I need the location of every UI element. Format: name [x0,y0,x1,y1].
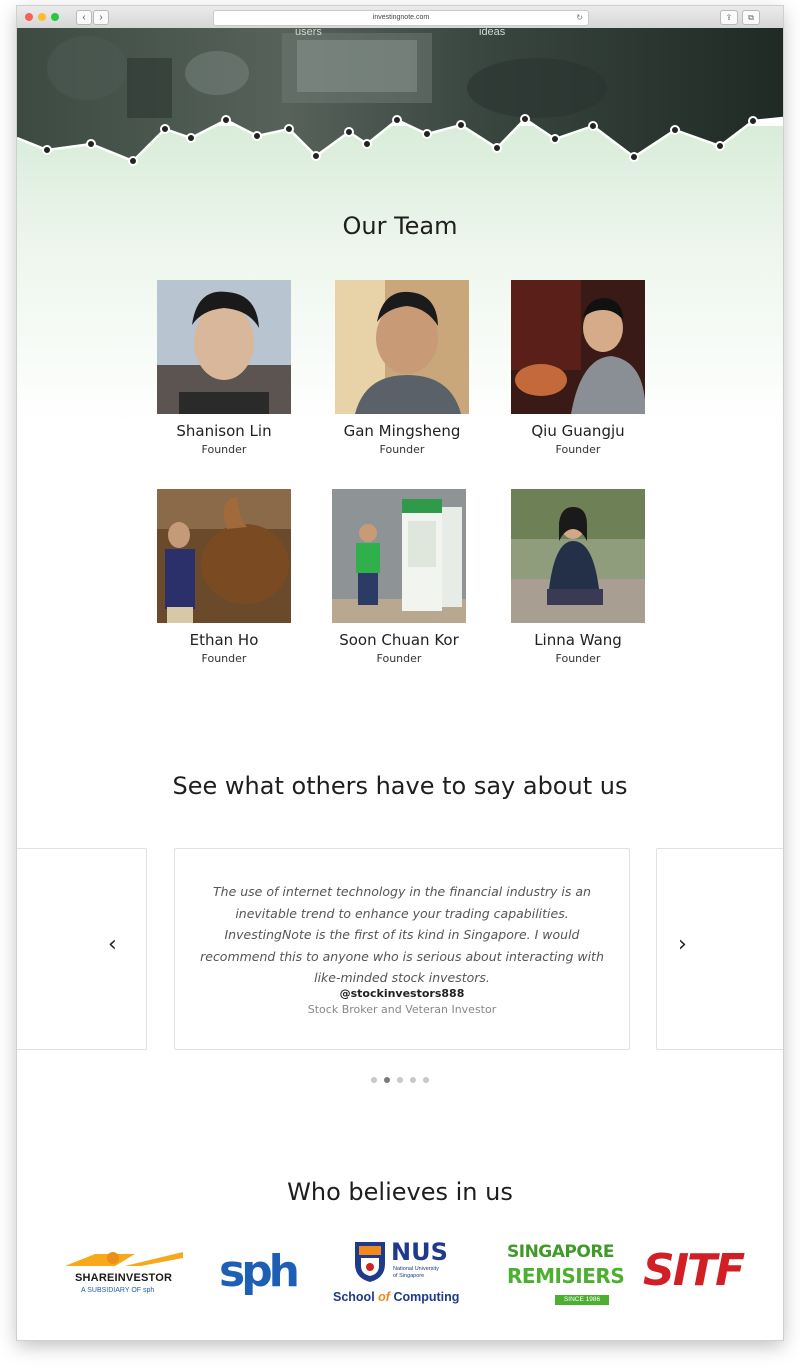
nus-wordmark: NUS [391,1238,448,1266]
sitf-wordmark: SITF [643,1245,745,1296]
carousel-prev-arrow-icon[interactable]: ‹ [108,932,117,957]
carousel-dot-1[interactable] [370,1077,377,1083]
member-photo [511,280,645,414]
carousel-dot-4[interactable] [409,1077,416,1083]
carousel-dot-3[interactable] [396,1077,403,1083]
address-bar[interactable]: investingnote.com ↻ [213,10,589,26]
nus-school-word-2: of [378,1290,390,1304]
hero-banner: users ideas [17,26,783,178]
testimonials-title: See what others have to say about us [172,772,628,800]
member-photo [335,280,469,414]
team-member-soon: Soon Chuan Kor Founder [329,489,469,665]
sitf-logo[interactable]: SITF [643,1246,753,1296]
member-photo [511,489,645,623]
member-role: Founder [555,652,601,665]
remisiers-since-badge: SINCE 1986 [555,1295,609,1305]
nus-school-word-1: School [333,1290,379,1304]
member-name: Soon Chuan Kor [339,631,459,649]
member-role: Founder [379,443,425,456]
remisiers-line-1: SINGAPORE [507,1242,615,1262]
team-title: Our Team [342,212,458,240]
member-role: Founder [201,443,247,456]
member-photo [157,489,291,623]
testimonial-author-role: Stock Broker and Veteran Investor [307,1003,497,1016]
nus-logo[interactable]: NUS National University of Singapore Sch… [333,1238,473,1310]
shareinvestor-tagline: A SUBSIDIARY OF sph [81,1287,155,1294]
member-role: Founder [555,443,601,456]
member-name: Gan Mingsheng [343,422,461,440]
nus-subtitle-2: of Singapore [393,1273,425,1279]
team-member-qiu: Qiu Guangju Founder [508,280,648,456]
member-photo [157,280,291,414]
browser-titlebar: ‹ › investingnote.com ↻ ⇪ ⧉ [17,6,783,29]
forward-button[interactable]: › [93,10,109,25]
team-member-shanison: Shanison Lin Founder [154,280,294,456]
testimonial-card-prev[interactable] [17,848,147,1050]
remisiers-line-2: REMISIERS [507,1264,625,1288]
nus-school-word-3: Computing [389,1290,460,1304]
carousel-dot-2[interactable] [383,1077,390,1083]
team-member-ethan: Ethan Ho Founder [154,489,294,665]
testimonial-quote: The use of internet technology in the fi… [200,884,604,985]
shareinvestor-logo[interactable]: SHAREINVESTOR A SUBSIDIARY OF sph [55,1248,185,1304]
carousel-dot-5[interactable] [422,1077,429,1083]
nus-school-name: School of Computing [333,1290,473,1304]
team-member-gan: Gan Mingsheng Founder [332,280,472,456]
team-member-linna: Linna Wang Founder [508,489,648,665]
testimonial-author: @stockinvestors888 [339,987,465,1000]
close-window-button[interactable] [25,13,33,21]
carousel-dots [367,1070,432,1088]
reload-icon[interactable]: ↻ [576,11,583,25]
zoom-window-button[interactable] [51,13,59,21]
member-name: Qiu Guangju [531,422,625,440]
member-name: Shanison Lin [176,422,272,440]
sph-wordmark: sph [219,1246,300,1297]
member-role: Founder [201,652,247,665]
minimize-window-button[interactable] [38,13,46,21]
member-name: Ethan Ho [189,631,259,649]
nus-subtitle-1: National University [393,1266,439,1272]
member-name: Linna Wang [534,631,622,649]
member-photo [332,489,466,623]
back-button[interactable]: ‹ [76,10,92,25]
nus-crest-icon [355,1242,385,1282]
carousel-next-arrow-icon[interactable]: › [678,932,687,957]
member-role: Founder [376,652,422,665]
hero-image [17,28,783,166]
partners-title: Who believes in us [287,1178,513,1206]
testimonial-card-next[interactable] [656,848,783,1050]
sph-logo[interactable]: sph [219,1244,300,1304]
stat-label-users: users [295,26,322,38]
singapore-remisiers-logo[interactable]: SINGAPORE REMISIERS SINCE 1986 [507,1242,625,1308]
stat-label-ideas: ideas [479,26,506,38]
shareinvestor-name: SHAREINVESTOR [75,1272,173,1284]
testimonial-card-active: The use of internet technology in the fi… [174,848,630,1050]
browser-window: ‹ › investingnote.com ↻ ⇪ ⧉ users ideas … [17,6,783,1340]
share-button[interactable]: ⇪ [720,10,738,25]
url-text: investingnote.com [372,14,430,21]
show-tabs-button[interactable]: ⧉ [742,10,760,25]
